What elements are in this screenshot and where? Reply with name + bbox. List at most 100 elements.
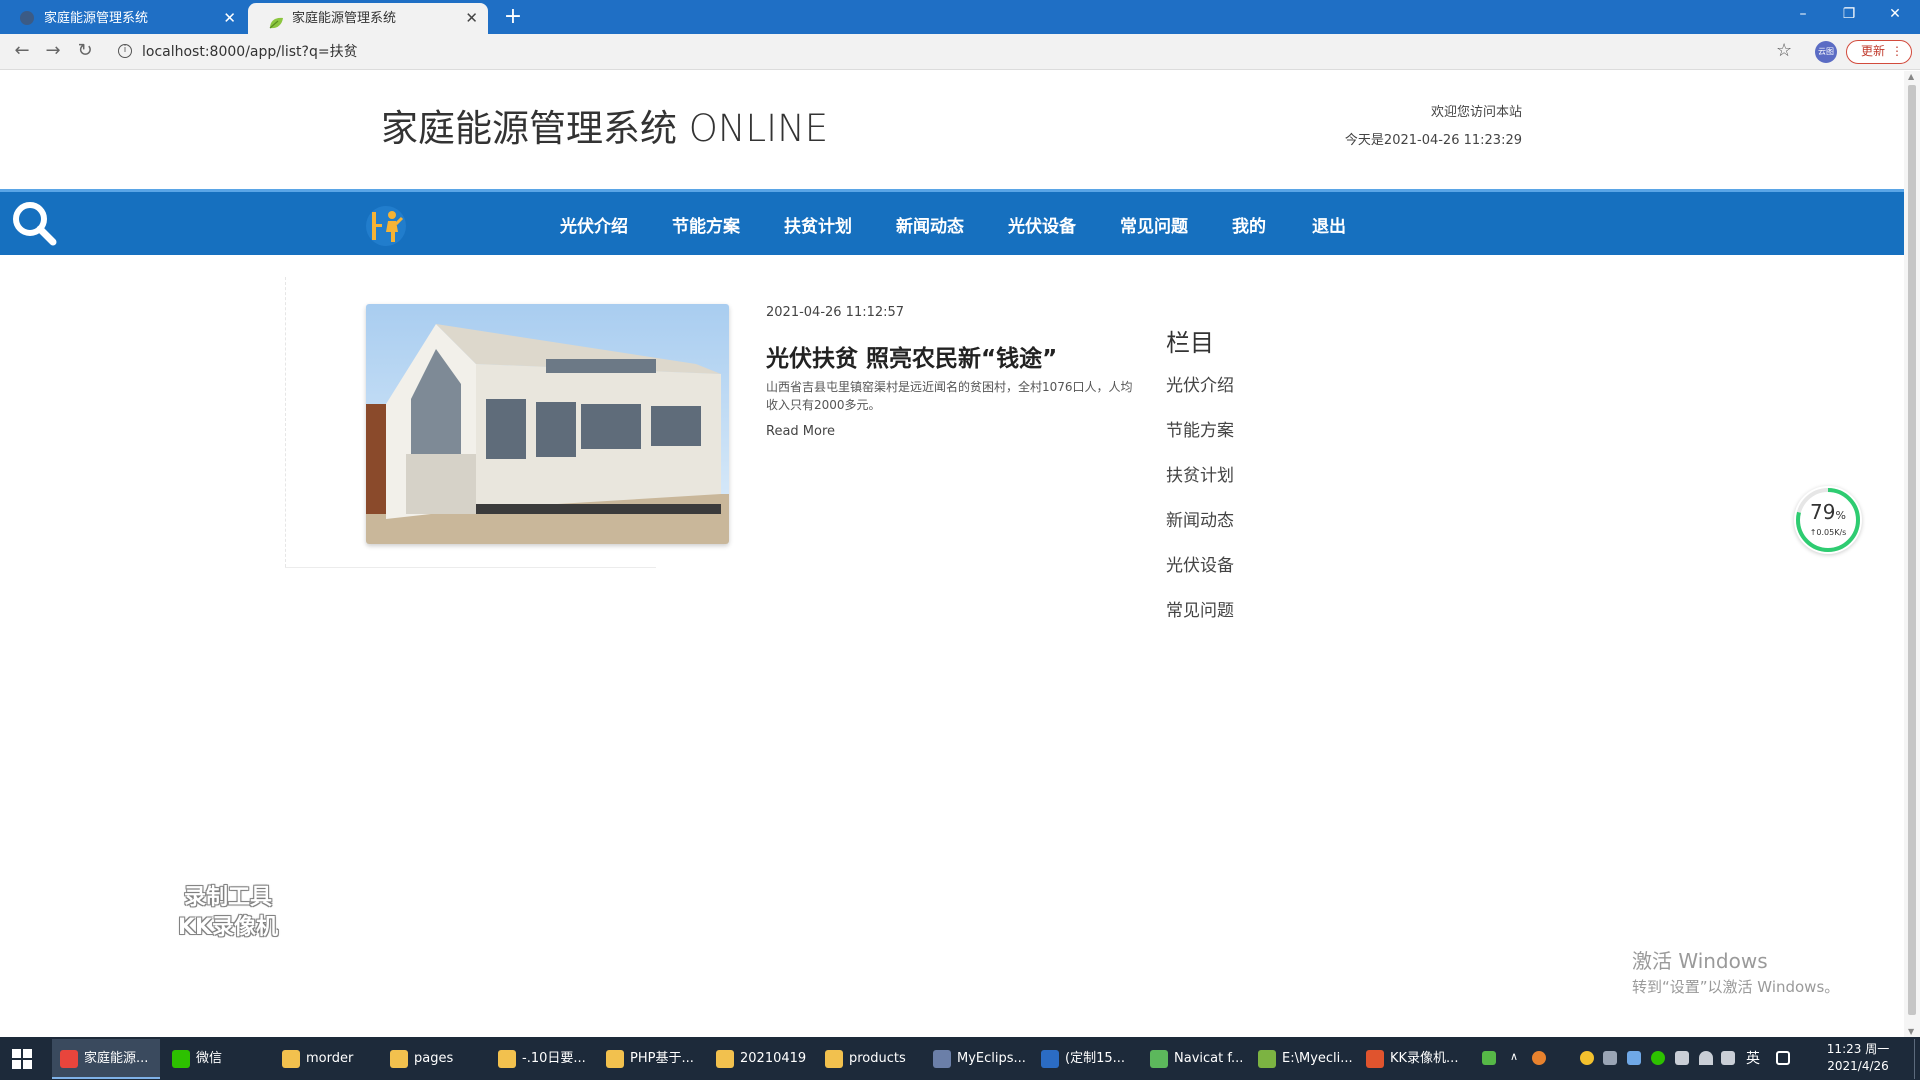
taskbar-clock[interactable]: 11:23 周一 2021/4/26 [1818,1041,1898,1075]
taskbar-app-icon [1366,1050,1384,1068]
show-hidden-icons-icon[interactable]: ∧ [1510,1050,1518,1063]
category-item[interactable]: 扶贫计划 [1166,461,1234,486]
taskbar-app-icon [825,1050,843,1068]
close-tab-icon[interactable]: ✕ [465,3,478,34]
article-summary: 山西省吉县屯里镇窑渠村是远近闻名的贫困村，全村1076口人，人均收入只有2000… [766,380,1133,412]
address-bar[interactable]: i localhost:8000/app/list?q=扶贫 [112,39,1792,65]
nav-item-mine[interactable]: 我的 [1232,212,1266,237]
taskbar-item[interactable]: 家庭能源... [52,1039,160,1079]
scroll-up-icon[interactable]: ▲ [1908,72,1914,81]
nav-item-pv-equipment[interactable]: 光伏设备 [1008,212,1076,237]
scroll-thumb[interactable] [1908,85,1916,1015]
taskbar-app-icon [1041,1050,1059,1068]
article-divider [285,567,656,568]
scroll-down-icon[interactable]: ▼ [1908,1027,1914,1036]
update-button[interactable]: 更新 ⋮ [1846,40,1912,64]
taskbar-item[interactable]: morder [274,1039,378,1079]
taskbar-app-icon [60,1050,78,1068]
taskbar-item-label: Navicat f... [1174,1051,1244,1066]
volume-tray-icon[interactable] [1721,1051,1735,1065]
nav-item-faq[interactable]: 常见问题 [1120,212,1188,237]
taskbar-item-label: (定制15... [1065,1051,1126,1066]
welcome-text: 欢迎您访问本站 [1430,105,1522,120]
category-item[interactable]: 新闻动态 [1166,506,1234,531]
network-speed-widget[interactable]: 79% ↑0.05K/s [1794,486,1862,554]
taskbar-app-icon [172,1050,190,1068]
activation-hint: 转到“设置”以激活 Windows。 [1632,978,1840,996]
browser-tab-2[interactable]: 家庭能源管理系统 ✕ [248,3,488,34]
taskbar-app-icon [606,1050,624,1068]
taskbar-item[interactable]: PHP基于... [598,1039,704,1079]
taskbar-item-label: 家庭能源... [84,1051,149,1066]
wechat-tray-icon[interactable] [1651,1051,1665,1065]
site-info-icon[interactable]: i [118,44,132,58]
taskbar-app-icon [1150,1050,1168,1068]
back-arrow-icon[interactable]: ← [9,38,35,64]
clock-time: 11:23 周一 [1826,1042,1890,1056]
nav-item-pv-intro[interactable]: 光伏介绍 [560,212,628,237]
main-nav-bar: 光伏介绍 节能方案 扶贫计划 新闻动态 光伏设备 常见问题 我的 退出 [0,189,1904,255]
close-tab-icon[interactable]: ✕ [223,3,236,34]
windows-activation-notice: 激活 Windows 转到“设置”以激活 Windows。 [1632,945,1839,997]
keyboard-tray-icon[interactable] [1776,1051,1790,1065]
browser-tab-strip: 家庭能源管理系统 ✕ 家庭能源管理系统 ✕ + – ❐ ✕ [0,0,1920,34]
browser-tab-1[interactable]: 家庭能源管理系统 ✕ [0,3,246,34]
windows-start-icon[interactable] [12,1049,32,1069]
close-window-button[interactable]: ✕ [1872,0,1918,30]
show-desktop-button[interactable] [1914,1039,1915,1079]
bookmark-star-icon[interactable]: ☆ [1776,40,1792,61]
article-thumbnail[interactable] [366,304,729,544]
minimize-button[interactable]: – [1780,0,1826,30]
nav-item-poverty-plan[interactable]: 扶贫计划 [784,212,852,237]
taskbar-item-label: 20210419 [740,1051,807,1066]
taskbar-item[interactable]: 微信 [164,1039,270,1079]
taskbar-item[interactable]: MyEclips... [925,1039,1029,1079]
address-url[interactable]: localhost:8000/app/list?q=扶贫 [142,39,358,65]
taskbar-app-icon [390,1050,408,1068]
nav-item-energy-saving[interactable]: 节能方案 [672,212,740,237]
profile-avatar[interactable]: 云图 [1815,41,1837,63]
taskbar-item[interactable]: pages [382,1039,486,1079]
restore-button[interactable]: ❐ [1826,0,1872,30]
read-more-link[interactable]: Read More [766,424,835,439]
category-item[interactable]: 光伏介绍 [1166,371,1234,396]
usb-tray-icon[interactable] [1675,1051,1689,1065]
nav-item-logout[interactable]: 退出 [1312,212,1346,237]
page-scrollbar[interactable]: ▲ ▼ [1904,71,1920,1037]
taskbar-item[interactable]: (定制15... [1033,1039,1138,1079]
site-title: 家庭能源管理系统 ONLINE [381,107,829,150]
category-item[interactable]: 节能方案 [1166,416,1234,441]
nav-item-news[interactable]: 新闻动态 [896,212,964,237]
site-favicon-icon [20,11,34,25]
article-title[interactable]: 光伏扶贫 照亮农民新“钱途” [766,339,1057,373]
app-tray-icon[interactable] [1580,1051,1594,1065]
new-tab-button[interactable]: + [500,2,526,32]
sogou-tray-icon[interactable] [1532,1051,1546,1065]
battery-tray-icon[interactable] [1482,1051,1496,1065]
search-icon[interactable] [8,198,60,250]
taskbar-item[interactable]: E:\Myecli... [1250,1039,1354,1079]
reload-icon[interactable]: ↻ [72,38,98,64]
taskbar-app-icon [716,1050,734,1068]
forward-arrow-icon[interactable]: → [40,38,66,64]
update-label: 更新 [1861,44,1886,58]
taskbar-item[interactable]: -.10日要... [490,1039,594,1079]
taskbar-item[interactable]: KK录像机... [1358,1039,1468,1079]
taskbar-app-icon [282,1050,300,1068]
taskbar-item-label: -.10日要... [522,1051,586,1066]
category-heading: 栏目 [1166,329,1214,357]
wifi-tray-icon[interactable] [1699,1051,1713,1065]
category-item[interactable]: 光伏设备 [1166,551,1234,576]
category-item[interactable]: 常见问题 [1166,596,1234,621]
app-tray-icon[interactable] [1603,1051,1617,1065]
tab-title: 家庭能源管理系统 [292,11,397,26]
taskbar-item[interactable]: 20210419 [708,1039,813,1079]
ime-indicator[interactable]: 英 [1746,1048,1760,1068]
shield-tray-icon[interactable] [1627,1051,1641,1065]
watermark-line: KK录像机 [177,915,279,940]
menu-dots-icon[interactable]: ⋮ [1891,41,1903,62]
taskbar-item-label: pages [414,1051,454,1066]
speed-percent-unit: % [1835,509,1846,522]
taskbar-item[interactable]: products [817,1039,921,1079]
taskbar-item[interactable]: Navicat f... [1142,1039,1246,1079]
